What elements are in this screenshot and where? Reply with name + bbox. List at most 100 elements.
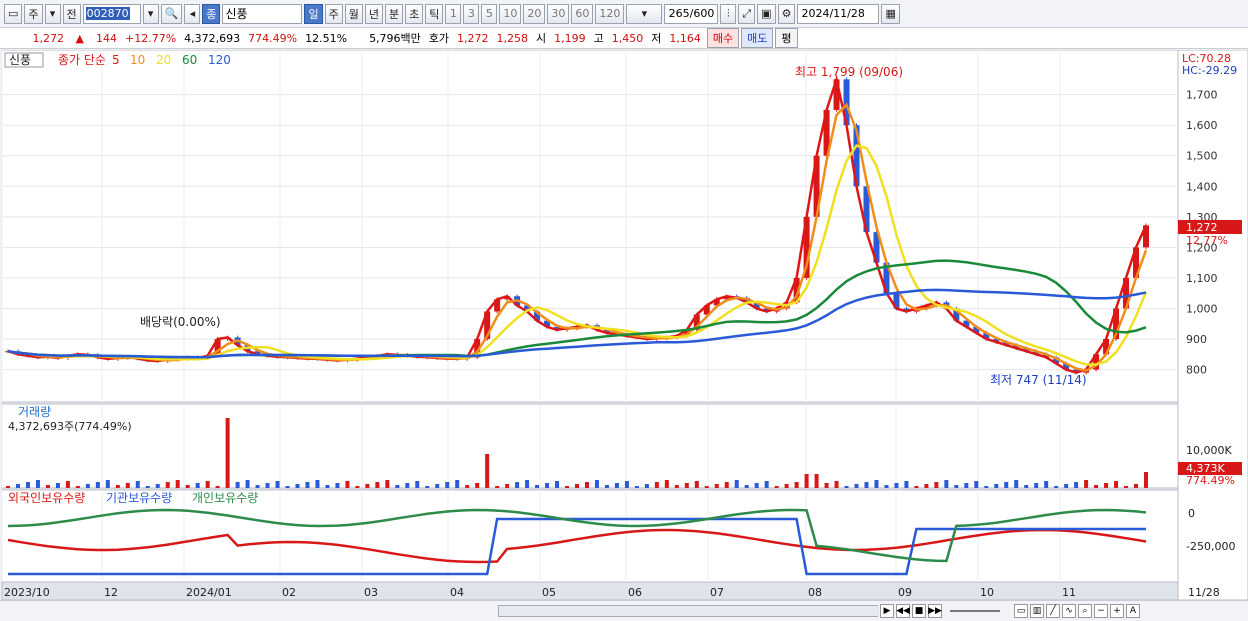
low-value: 1,164: [669, 31, 701, 45]
volume-bar: [624, 481, 629, 488]
x-tick-label: 05: [542, 586, 556, 599]
volume-bar: [515, 482, 520, 488]
up-arrow-icon: ▲: [75, 31, 84, 45]
open-value: 1,199: [554, 31, 586, 45]
scrollbar[interactable]: [498, 605, 879, 617]
count-input[interactable]: 265/600: [664, 3, 719, 24]
x-tick-label: 2024/01: [186, 586, 232, 599]
zoom-in-icon[interactable]: +: [1110, 604, 1124, 618]
rewind-icon[interactable]: ◀◀: [896, 604, 910, 618]
minute-20[interactable]: 20: [523, 3, 546, 24]
gear-icon[interactable]: ⚙: [777, 3, 796, 24]
flat-button[interactable]: 평: [775, 28, 798, 48]
quote-bar: 1,272 ▲ 144 +12.77% 4,372,693 774.49% 12…: [0, 28, 1248, 49]
play-icon[interactable]: ▶: [880, 604, 894, 618]
zoom-slider[interactable]: [950, 610, 1000, 612]
chart-area[interactable]: 1,700 1,600 1,500 1,400 1,300 1,200 1,100 1,000…: [0, 49, 1248, 601]
forward-icon[interactable]: ▶▶: [928, 604, 942, 618]
x-tick-label: 03: [364, 586, 378, 599]
period-week[interactable]: 주: [324, 3, 343, 24]
volume-value: 4,372,693주(774.49%): [8, 420, 132, 433]
search-icon[interactable]: 🔍: [160, 3, 183, 24]
max-label: 최고 1,799 (09/06): [795, 65, 903, 79]
volume-pane: [1, 403, 1179, 489]
tool-icon-5[interactable]: ⌕: [1078, 604, 1092, 618]
date-input[interactable]: 2024/11/28: [797, 3, 880, 24]
sell-button[interactable]: 매도: [741, 28, 774, 48]
period-second[interactable]: 초: [405, 3, 424, 24]
toolbar: ▭ 주 ▾ 전 002870 ▾ 🔍 ◂ 종 신풍 일 주 월 년 분 초 틱 …: [0, 0, 1248, 28]
volume-bar: [1094, 485, 1099, 488]
volume-bar: [155, 484, 160, 488]
candle-icon[interactable]: ⫶: [720, 3, 737, 24]
legend-ma-120: 120: [208, 53, 231, 67]
period-main-button[interactable]: 주: [24, 3, 43, 24]
code-input[interactable]: 002870: [82, 3, 141, 24]
volume-bar: [535, 485, 540, 488]
y-tick-label: 1,700: [1186, 89, 1218, 102]
volume-bar: [465, 485, 470, 488]
chart-svg[interactable]: 1,7001,6001,5001,4001,3001,2001,1001,000…: [0, 49, 1248, 601]
minute-120[interactable]: 120: [595, 3, 625, 24]
tool-icon-3[interactable]: ╱: [1046, 604, 1060, 618]
volume-bar: [884, 485, 889, 488]
scroll-thumb[interactable]: [499, 606, 879, 616]
dividend-label: 배당락(0.00%): [140, 315, 221, 329]
minute-dropdown-icon[interactable]: ▾: [626, 3, 663, 24]
minute-1[interactable]: 1: [445, 3, 462, 24]
speaker-icon[interactable]: ◂: [184, 3, 201, 24]
volume-bar: [1054, 486, 1059, 488]
stop-icon[interactable]: ■: [912, 604, 926, 618]
window-menu-button[interactable]: ▭: [4, 3, 23, 24]
period-year[interactable]: 년: [364, 3, 383, 24]
stock-name[interactable]: 신풍: [222, 3, 303, 24]
volume-bar: [924, 484, 929, 488]
volume-bar: [385, 480, 390, 488]
volume-bar: [784, 484, 789, 488]
volume-bar: [584, 482, 589, 488]
code-dropdown-icon[interactable]: ▾: [142, 3, 159, 24]
save-icon[interactable]: ▣: [757, 3, 776, 24]
high-value: 1,450: [611, 31, 644, 45]
minute-60[interactable]: 60: [571, 3, 594, 24]
period-tick[interactable]: 틱: [425, 3, 444, 24]
x-tick-label: 04: [450, 586, 464, 599]
kind-badge[interactable]: 종: [202, 3, 221, 24]
volume-bar: [1134, 484, 1139, 488]
volume-bar: [505, 484, 510, 488]
tool-icon-1[interactable]: ▭: [1014, 604, 1028, 618]
volume-bar: [864, 482, 869, 488]
x-tick-label: 10: [980, 586, 994, 599]
volume-bar: [1044, 481, 1049, 488]
volume-bar: [335, 483, 340, 488]
minute-3[interactable]: 3: [463, 3, 480, 24]
text-icon[interactable]: A: [1126, 604, 1140, 618]
volume-bar: [1104, 483, 1109, 488]
holding-y-tick-0: 0: [1188, 507, 1195, 520]
minute-5[interactable]: 5: [481, 3, 498, 24]
y-tick-label: 1,500: [1186, 150, 1218, 163]
minute-30[interactable]: 30: [547, 3, 570, 24]
x-tick-label: 11/28: [1188, 586, 1220, 599]
period-minute[interactable]: 분: [384, 3, 404, 24]
calendar-icon[interactable]: ▦: [881, 3, 900, 24]
volume-bar: [435, 484, 440, 488]
y-tick-label: 900: [1186, 333, 1207, 346]
tool-icon-2[interactable]: ▥: [1030, 604, 1044, 618]
zoom-out-icon[interactable]: −: [1094, 604, 1108, 618]
draw-icon[interactable]: ⤢: [738, 3, 756, 24]
legend-ma-20: 20: [156, 53, 171, 67]
prev-button[interactable]: 전: [62, 3, 81, 24]
tool-icon-4[interactable]: ∿: [1062, 604, 1076, 618]
period-day[interactable]: 일: [304, 3, 323, 24]
dropdown-icon[interactable]: ▾: [44, 3, 61, 24]
y-tick-label: 1,600: [1186, 119, 1218, 132]
volume-bar: [265, 483, 270, 488]
legend-ma-60: 60: [182, 53, 197, 67]
volume-bar: [6, 486, 10, 488]
minute-10[interactable]: 10: [499, 3, 522, 24]
buy-button[interactable]: 매수: [706, 28, 740, 48]
volume-bar: [295, 484, 300, 488]
period-month[interactable]: 월: [344, 3, 363, 24]
volume-bar: [854, 484, 859, 488]
